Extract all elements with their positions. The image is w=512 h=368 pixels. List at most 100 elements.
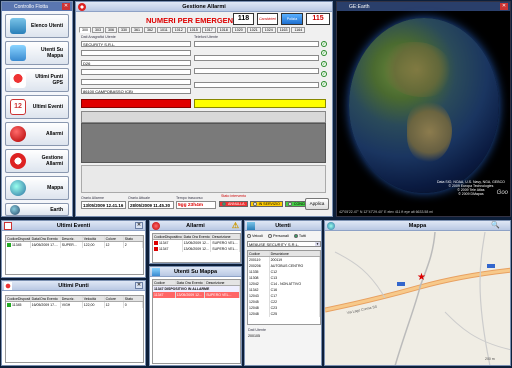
emergency-logo-118[interactable]: 118 [233, 13, 254, 25]
table-row[interactable]: 12048 C25 [248, 311, 320, 317]
radio-personali[interactable]: Personali [267, 234, 289, 238]
tab-1163[interactable]: 1163 [276, 27, 291, 33]
table-row[interactable]: 11347 13/05/2009 12... SUPERO VEL... [153, 292, 240, 298]
column-header[interactable]: Stato [124, 236, 143, 241]
table-cell: 0 [124, 302, 143, 308]
status-square-icon [7, 303, 11, 308]
status-square-icon [154, 241, 158, 246]
table-cell: C25 [270, 311, 320, 317]
column-header[interactable]: Colore [105, 236, 124, 241]
tab-1011[interactable]: 1011 [157, 27, 171, 33]
map-view[interactable]: Via Lago Crema SS ★ 200 m [325, 232, 511, 366]
column-header[interactable]: Codice [248, 251, 270, 256]
column-header[interactable]: Stato [124, 296, 143, 301]
tab-306[interactable]: 306 [105, 27, 117, 33]
tab-1021[interactable]: 1021 [246, 27, 261, 33]
window-title: Utenti [275, 222, 291, 229]
tab-1018[interactable]: 1018 [216, 27, 231, 33]
google-logo: Goo [496, 190, 508, 196]
gps-pin-icon [4, 282, 12, 290]
tab-1164[interactable]: 1164 [291, 27, 306, 33]
chevron-down-icon[interactable]: ▼ [315, 242, 320, 246]
table-cell: 16/05/2009 17.... [31, 242, 61, 248]
applica-button[interactable]: Applica [305, 198, 329, 210]
tab-1024[interactable]: 1024 [261, 27, 276, 33]
emergency-logo-115[interactable]: 115 [306, 13, 330, 25]
tab-1015[interactable]: 1015 [186, 27, 201, 33]
call-icon[interactable]: ✓ [321, 61, 327, 67]
column-header[interactable]: Velocità [83, 236, 105, 241]
nav-ultimi-punti-gps-button[interactable]: Ultimi Punti GPS [5, 68, 69, 92]
column-header[interactable]: CodiceDispositivo [6, 236, 31, 241]
tab-362[interactable]: 362 [144, 27, 156, 33]
tab-300[interactable]: 300 [79, 27, 91, 33]
nav-utenti-su-mappa-button[interactable]: Utenti Su Mappa [5, 41, 69, 65]
attribution-line: © 2009 DMapas [458, 192, 484, 196]
column-header[interactable]: Data/Ora Evento [31, 236, 61, 241]
label-telefoni: Telefoni Utente [194, 35, 218, 39]
tab-1017[interactable]: 1017 [201, 27, 216, 33]
nav-ultimi-eventi-button[interactable]: 12 Ultimi Eventi [5, 95, 69, 119]
column-header[interactable]: Data Ora Evento [183, 234, 212, 239]
stato-in-servizio-option[interactable]: IN SERVIZIO [249, 201, 283, 207]
column-header[interactable]: Descriz. [61, 236, 83, 241]
cell-text: 122,00 [83, 303, 95, 307]
column-header[interactable]: Codice [153, 280, 176, 285]
emergency-logo-polizia[interactable]: Polizia [281, 13, 303, 25]
earth-status-bar: 42°05'22.47" N 12°47'29.40" E elev 411 f… [339, 210, 433, 214]
close-icon[interactable]: ✕ [500, 3, 508, 10]
alarm-icon [152, 222, 160, 230]
call-icon[interactable]: ✓ [321, 81, 327, 87]
nav-elenco-utenti-button[interactable]: Elenco Utenti [5, 14, 69, 38]
call-icon[interactable]: ✓ [321, 71, 327, 77]
alarm-status-yellow-bar [194, 99, 326, 108]
call-icon[interactable]: ✓ [321, 50, 327, 56]
earth-window: GE:Earth ✕ Data SIO, NOAA, U.S. Navy, NG… [336, 1, 511, 217]
cell-text: 12 [105, 303, 110, 307]
nav-mappa-button[interactable]: Mappa [5, 176, 69, 200]
close-icon[interactable]: ✕ [135, 282, 143, 289]
call-icon[interactable]: ✓ [321, 41, 327, 47]
tab-330[interactable]: 330 [118, 27, 130, 33]
tab-303[interactable]: 303 [92, 27, 104, 33]
orario-attuale-field: 28/05/2009 11.45.30 [128, 201, 174, 209]
tab-1020[interactable]: 1020 [231, 27, 246, 33]
road-shield [487, 264, 495, 268]
nav-gestione-allarmi-button[interactable]: Gestione Allarmi [5, 149, 69, 173]
table-row[interactable]: 11345 16/05/2009 17.... SUPER... 122,00 12 2 [6, 242, 143, 248]
column-header[interactable]: Descrizione [205, 280, 240, 285]
column-header[interactable]: Descrizione [211, 234, 240, 239]
close-icon[interactable]: ✕ [135, 222, 143, 229]
nav-label: Utenti Su Mappa [41, 47, 63, 59]
tab-361[interactable]: 361 [131, 27, 143, 33]
column-header[interactable]: Data Ora Evento [176, 280, 206, 285]
alarm-notes-area[interactable] [81, 111, 326, 123]
tab-1012[interactable]: 1012 [171, 27, 186, 33]
close-icon[interactable]: ✕ [62, 3, 70, 10]
column-header[interactable]: CodiceDispositivo [153, 234, 183, 239]
nav-earth-button[interactable]: Earth [5, 203, 69, 216]
zoom-in-icon[interactable]: 🔍 [491, 221, 500, 229]
column-header[interactable]: Descrizione [270, 251, 320, 256]
radio-icon [252, 202, 257, 206]
radio-tutti[interactable]: Tutti [293, 234, 306, 238]
phone-field [194, 41, 319, 47]
radio-veicoli[interactable]: Veicoli [247, 234, 263, 238]
nav-allarmi-button[interactable]: Allarmi [5, 122, 69, 146]
company-select[interactable]: ME6USE SECURITY S.R.L. ▼ [247, 241, 321, 247]
stato-annulla-option[interactable]: ANNULLA [219, 201, 248, 207]
column-header[interactable]: Colore [105, 296, 124, 301]
cell-text: 2 [124, 243, 127, 247]
column-header[interactable]: Velocità [83, 296, 105, 301]
orario-allarme-field: 13/05/2009 12.41.16 [81, 201, 126, 209]
table-row[interactable]: 11345 16/05/2009 17... VIGH 122,00 12 0 [6, 302, 143, 308]
column-header[interactable]: Descriz. [61, 296, 83, 301]
select-value: ME6USE SECURITY S.R.L. [249, 242, 299, 247]
emergency-logo-carabinieri[interactable]: Carabinieri [257, 13, 278, 25]
vehicle-marker-icon[interactable]: ★ [417, 272, 426, 283]
window-title: Mappa [408, 222, 427, 229]
column-header[interactable]: CodiceDispositivo [6, 296, 31, 301]
cell-text: 13/05/2009 12... [183, 241, 209, 245]
table-row[interactable]: 11347 13/05/2009 12... SUPERO VEL... [153, 246, 240, 252]
column-header[interactable]: Data/Ora Evento [31, 296, 61, 301]
